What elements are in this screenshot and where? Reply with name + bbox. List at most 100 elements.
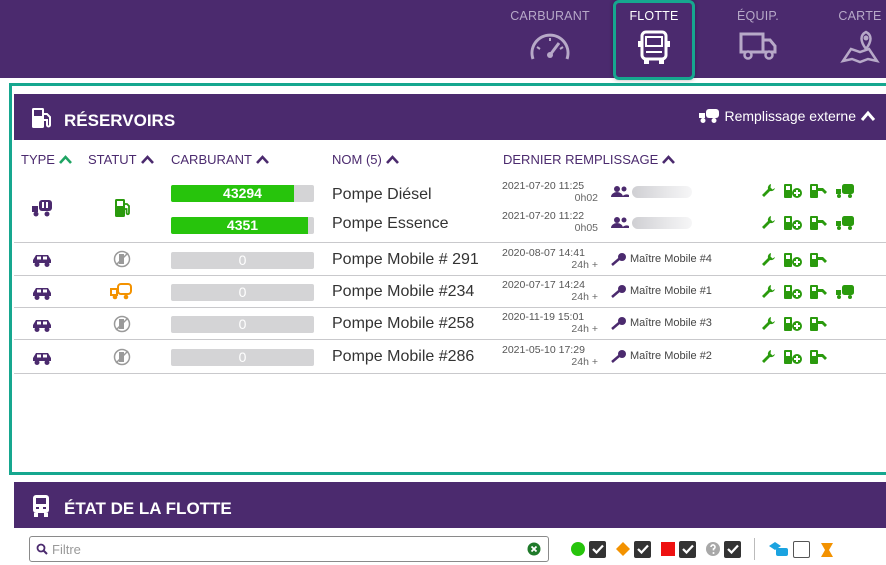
key-label: Maître Mobile #3 bbox=[630, 317, 712, 329]
column-nom[interactable]: NOM (5) bbox=[332, 152, 399, 167]
fuel-level-bar: 0 bbox=[171, 284, 314, 301]
pump-off-icon bbox=[113, 315, 131, 333]
status-ok-checkbox[interactable] bbox=[589, 540, 606, 558]
filter-input[interactable] bbox=[52, 540, 522, 558]
last-fill-date: 2020-07-17 14:24 bbox=[502, 279, 585, 291]
tab-equip[interactable]: ÉQUIP. bbox=[718, 0, 798, 78]
question-circle-icon bbox=[706, 542, 720, 556]
fuel-pump-icon bbox=[115, 199, 130, 217]
status-warning-checkbox[interactable] bbox=[634, 540, 651, 558]
reservoirs-table: 43294 Pompe Diésel 2021-07-20 11:25 0h02… bbox=[14, 176, 886, 466]
column-statut[interactable]: STATUT bbox=[88, 152, 154, 167]
pump-nozzle-icon[interactable] bbox=[809, 315, 829, 332]
last-fill-date: 2020-08-07 14:41 bbox=[502, 247, 585, 259]
car-icon bbox=[33, 353, 51, 365]
last-fill-duration: 24h + bbox=[571, 356, 598, 368]
redacted-user-name bbox=[632, 185, 692, 198]
tank-fill-icon[interactable] bbox=[835, 182, 855, 199]
clear-icon[interactable] bbox=[527, 542, 541, 556]
table-row[interactable]: 0 Pompe Mobile # 291 2020-08-07 14:41 24… bbox=[14, 244, 886, 276]
last-fill-datetime: 2021-07-20 11:22 0h05 bbox=[502, 210, 598, 234]
tab-carburant[interactable]: CARBURANT bbox=[500, 0, 600, 78]
column-carburant[interactable]: CARBURANT bbox=[171, 152, 269, 167]
table-row[interactable]: 0 Pompe Mobile #286 2021-05-10 17:29 24h… bbox=[14, 341, 886, 374]
column-label: STATUT bbox=[88, 152, 137, 167]
tab-carte[interactable]: CARTE bbox=[820, 0, 886, 78]
gauge-icon bbox=[530, 33, 570, 60]
last-fill-date: 2021-07-20 11:25 bbox=[502, 180, 585, 192]
fuel-level-value: 43294 bbox=[223, 185, 262, 201]
key-label: Maître Mobile #4 bbox=[630, 253, 712, 265]
divider bbox=[754, 538, 755, 560]
column-dernier-remplissage[interactable]: DERNIER REMPLISSAGE bbox=[503, 152, 676, 167]
last-fill-date: 2020-11-19 15:01 bbox=[502, 311, 585, 323]
row-actions bbox=[760, 348, 829, 365]
pump-nozzle-icon[interactable] bbox=[809, 251, 829, 268]
fuel-level-bar: 0 bbox=[171, 252, 314, 269]
active-tab-highlight bbox=[613, 0, 695, 80]
last-fill-datetime: 2021-05-10 17:29 24h + bbox=[502, 344, 598, 368]
pump-add-icon[interactable] bbox=[783, 283, 803, 300]
truck-icon bbox=[739, 32, 777, 60]
check-icon bbox=[681, 544, 694, 554]
tank-fill-icon[interactable] bbox=[835, 283, 855, 300]
status-alert-checkbox[interactable] bbox=[679, 540, 696, 558]
pump-nozzle-icon[interactable] bbox=[809, 348, 829, 365]
wrench-icon[interactable] bbox=[760, 214, 777, 231]
vehicle-front-icon bbox=[33, 495, 49, 517]
pump-add-icon[interactable] bbox=[783, 214, 803, 231]
fuel-level-value: 0 bbox=[238, 349, 247, 365]
tab-label: ÉQUIP. bbox=[737, 9, 779, 23]
table-row[interactable]: 0 Pompe Mobile #258 2020-11-19 15:01 24h… bbox=[14, 309, 886, 340]
redacted-user-name bbox=[632, 216, 692, 229]
last-fill-date: 2021-07-20 11:22 bbox=[502, 210, 585, 222]
pump-add-icon[interactable] bbox=[783, 348, 803, 365]
fuel-level-value: 0 bbox=[238, 316, 247, 332]
last-fill-user[interactable] bbox=[611, 216, 692, 229]
check-icon bbox=[726, 544, 739, 554]
last-fill-key[interactable]: Maître Mobile #2 bbox=[611, 349, 712, 363]
pump-nozzle-icon[interactable] bbox=[809, 283, 829, 300]
users-icon bbox=[611, 217, 629, 228]
top-navigation: CARBURANT FLOTTE ÉQUIP. CARTE bbox=[0, 0, 886, 80]
sort-up-icon bbox=[662, 155, 676, 164]
last-fill-key[interactable]: Maître Mobile #3 bbox=[611, 316, 712, 330]
external-fill-toggle[interactable]: Remplissage externe bbox=[698, 108, 876, 124]
wrench-icon[interactable] bbox=[760, 251, 777, 268]
table-row[interactable]: 0 Pompe Mobile #234 2020-07-17 14:24 24h… bbox=[14, 277, 886, 308]
check-icon bbox=[636, 544, 649, 554]
last-fill-user[interactable] bbox=[611, 185, 692, 198]
pump-add-icon[interactable] bbox=[783, 251, 803, 268]
pump-add-icon[interactable] bbox=[783, 182, 803, 199]
column-label: CARBURANT bbox=[171, 152, 252, 167]
tank-fill-icon[interactable] bbox=[835, 214, 855, 231]
key-icon bbox=[611, 253, 626, 266]
users-icon bbox=[611, 186, 629, 197]
pump-nozzle-icon[interactable] bbox=[809, 214, 829, 231]
check-icon bbox=[591, 544, 604, 554]
wrench-icon[interactable] bbox=[760, 283, 777, 300]
last-fill-key[interactable]: Maître Mobile #1 bbox=[611, 284, 712, 298]
pump-name: Pompe Mobile # 291 bbox=[332, 251, 479, 268]
tab-flotte[interactable]: FLOTTE bbox=[613, 0, 695, 80]
pump-off-icon bbox=[113, 348, 131, 366]
table-row[interactable]: 43294 Pompe Diésel 2021-07-20 11:25 0h02… bbox=[14, 176, 886, 243]
pump-add-icon[interactable] bbox=[783, 315, 803, 332]
status-unknown-checkbox[interactable] bbox=[724, 540, 741, 558]
wrench-icon[interactable] bbox=[760, 315, 777, 332]
key-icon bbox=[611, 285, 626, 298]
filter-box bbox=[29, 536, 549, 562]
row-actions bbox=[760, 251, 829, 268]
wrench-icon[interactable] bbox=[760, 182, 777, 199]
row-actions bbox=[760, 182, 855, 199]
key-label: Maître Mobile #2 bbox=[630, 350, 712, 362]
wrench-icon[interactable] bbox=[760, 348, 777, 365]
column-label: DERNIER REMPLISSAGE bbox=[503, 152, 659, 167]
column-type[interactable]: TYPE bbox=[21, 152, 72, 167]
vehicle-type-checkbox[interactable] bbox=[793, 540, 810, 558]
key-label: Maître Mobile #1 bbox=[630, 285, 712, 297]
fuel-level-value: 4351 bbox=[226, 217, 259, 233]
pump-nozzle-icon[interactable] bbox=[809, 182, 829, 199]
last-fill-date: 2021-05-10 17:29 bbox=[502, 344, 585, 356]
last-fill-key[interactable]: Maître Mobile #4 bbox=[611, 252, 712, 266]
